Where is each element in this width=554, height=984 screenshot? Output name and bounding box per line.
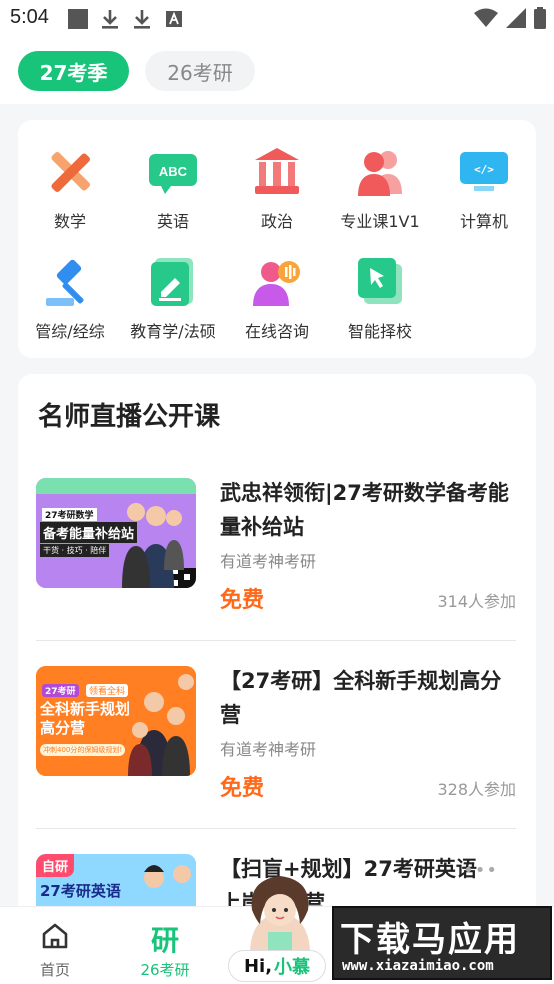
tab-26-postgrad-nav[interactable]: 研 26考研 xyxy=(110,907,220,984)
svg-text:</>: </> xyxy=(474,163,494,176)
book-pen-icon xyxy=(151,258,193,306)
category-smart-school[interactable]: 智能择校 xyxy=(328,256,432,356)
signal-icon xyxy=(506,8,526,28)
gavel-icon xyxy=(46,259,84,306)
thumb-tag: 27考研 xyxy=(42,684,79,697)
category-education-law[interactable]: 教育学/法硕 xyxy=(121,256,225,356)
category-label: 智能择校 xyxy=(347,322,412,341)
watermark: 下载马应用 www.xiazaimiao.com xyxy=(332,906,552,980)
category-politics[interactable]: 政治 xyxy=(225,146,329,246)
divider xyxy=(36,828,516,829)
tab-27-season[interactable]: 27考季 xyxy=(18,51,129,91)
building-icon xyxy=(255,148,299,194)
tab-label: 26考研 xyxy=(140,961,190,979)
wifi-icon xyxy=(474,8,498,27)
monitor-code-icon: </> xyxy=(460,152,508,191)
assistant-hi: Hi, xyxy=(243,955,273,977)
assistant-name: 小慕 xyxy=(274,957,311,978)
status-bar: 5:04 xyxy=(0,0,554,40)
people-icon xyxy=(358,151,402,196)
course-title[interactable]: 【27考研】全科新手规划高分营 xyxy=(220,664,516,732)
category-label: 管综/经综 xyxy=(35,322,105,341)
category-label: 英语 xyxy=(156,212,189,231)
tab-26-postgrad[interactable]: 26考研 xyxy=(145,51,255,91)
category-label: 在线咨询 xyxy=(244,322,309,341)
exam-season-switcher: 27考季 26考研 xyxy=(0,40,554,104)
tab-label: 首页 xyxy=(39,961,70,979)
thumb-tag2: 领看全科 xyxy=(86,684,129,697)
section-title: 名师直播公开课 xyxy=(38,402,221,432)
course-source: 有道考神考研 xyxy=(220,740,317,759)
postgrad-glyph-icon: 研 xyxy=(150,924,179,957)
thumb-headline: 全科新手规划高分营 xyxy=(40,700,131,737)
svg-text:ABC: ABC xyxy=(159,164,188,179)
category-label: 专业课1V1 xyxy=(340,212,420,231)
course-title[interactable]: 武忠祥领衔|27考研数学备考能量补给站 xyxy=(220,476,516,544)
category-english[interactable]: ABC 英语 xyxy=(121,146,225,246)
status-notifications xyxy=(68,8,184,30)
course-thumbnail[interactable]: 27考研数学 备考能量补给站 干货 · 技巧 · 陪伴 xyxy=(36,478,196,588)
download-icon xyxy=(134,10,150,29)
thumb-sub: 冲刺400分的保姆级规划! xyxy=(40,744,126,756)
status-time: 5:04 xyxy=(10,6,49,28)
category-major-1v1[interactable]: 专业课1V1 xyxy=(328,146,432,246)
status-system xyxy=(474,7,546,29)
category-label: 数学 xyxy=(53,212,86,231)
course-thumbnail[interactable]: 27考研 领看全科 全科新手规划高分营 冲刺400分的保姆级规划! xyxy=(36,666,196,776)
thumb-headline: 27考研英语 xyxy=(40,882,121,900)
pointer-icon xyxy=(358,258,402,304)
assistant-avatar[interactable] xyxy=(240,870,320,954)
divider xyxy=(36,640,516,641)
assistant-button[interactable]: Hi, 小慕 xyxy=(228,950,326,982)
category-management[interactable]: 管综/经综 xyxy=(18,256,122,356)
category-online-consult[interactable]: 在线咨询 xyxy=(225,256,329,356)
category-computer[interactable]: </> 计算机 xyxy=(432,146,536,246)
category-label: 政治 xyxy=(260,212,293,231)
thumb-sub: 干货 · 技巧 · 陪伴 xyxy=(40,544,110,557)
course-participants: 328人参加 xyxy=(437,780,516,799)
course-price: 免费 xyxy=(220,776,265,801)
course-price: 免费 xyxy=(220,588,265,613)
thumb-headline: 备考能量补给站 xyxy=(40,522,138,543)
category-label: 计算机 xyxy=(459,212,508,231)
course-participants: 314人参加 xyxy=(437,592,516,611)
download-icon xyxy=(102,10,118,29)
course-item[interactable]: 27考研 领看全科 全科新手规划高分营 冲刺400分的保姆级规划! 【27考研】… xyxy=(36,666,516,816)
thumb-tag: 27考研数学 xyxy=(42,508,97,521)
thumb-tag: 自研 xyxy=(36,854,75,877)
consult-icon xyxy=(253,261,300,306)
watermark-main: 下载马应用 xyxy=(340,920,520,960)
battery-icon xyxy=(534,7,546,29)
course-source: 有道考神考研 xyxy=(220,552,317,571)
home-icon xyxy=(42,923,68,949)
square-notification-icon xyxy=(68,9,88,29)
abc-chat-icon: ABC xyxy=(149,154,197,194)
tab-home[interactable]: 首页 xyxy=(0,907,110,984)
pencil-ruler-icon xyxy=(51,152,90,192)
category-math[interactable]: 数学 xyxy=(18,146,122,246)
category-grid: 数学 ABC 英语 政治 专业课1V1 </> 计算机 管综/经综 教育学/法硕… xyxy=(18,120,536,358)
course-item[interactable]: 27考研数学 备考能量补给站 干货 · 技巧 · 陪伴 武忠祥领衔|27考研数学… xyxy=(36,478,516,628)
keyboard-a-icon xyxy=(166,11,182,27)
category-label: 教育学/法硕 xyxy=(130,322,216,341)
watermark-url: www.xiazaimiao.com xyxy=(342,958,494,974)
more-options-icon[interactable]: ••• xyxy=(463,860,498,881)
